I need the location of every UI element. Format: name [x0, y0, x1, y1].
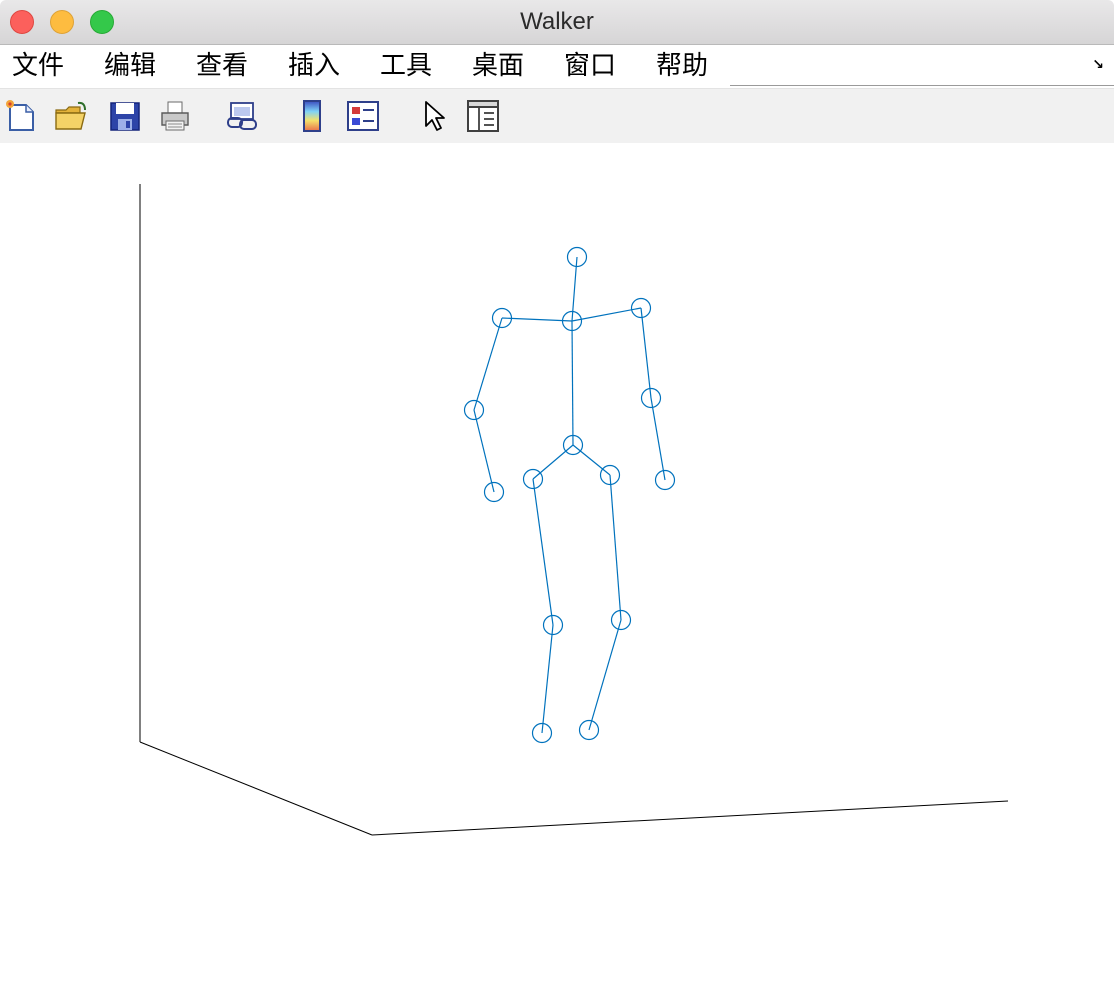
menu-desktop[interactable]: 桌面	[472, 51, 524, 81]
dock-figure-icon[interactable]: ↘	[1092, 57, 1104, 73]
menu-tools[interactable]: 工具	[380, 51, 432, 81]
menu-insert[interactable]: 插入	[288, 51, 340, 81]
left-thigh-bone	[532, 478, 554, 626]
save-icon[interactable]	[108, 99, 142, 133]
menu-bar: 文件 编辑 查看 插入 工具 桌面 窗口 帮助 ↘	[0, 45, 1114, 87]
y-axis-line	[371, 800, 1009, 836]
figure-toolbar	[0, 88, 1114, 144]
menu-help[interactable]: 帮助	[656, 51, 708, 81]
menu-view[interactable]: 查看	[196, 51, 248, 81]
right-shoulder-bone	[571, 307, 642, 322]
right-forearm-bone	[650, 397, 666, 481]
menu-separator	[730, 85, 1114, 86]
open-file-icon[interactable]	[54, 99, 88, 133]
left-shin-bone	[541, 624, 554, 734]
menu-file[interactable]: 文件	[12, 51, 64, 81]
x-axis-line	[139, 741, 373, 836]
menu-edit[interactable]: 编辑	[104, 51, 156, 81]
left-shoulder-bone	[501, 317, 573, 322]
print-icon[interactable]	[158, 99, 192, 133]
colorbar-icon[interactable]	[296, 99, 330, 133]
spine-bone	[571, 320, 574, 446]
title-bar: Walker	[0, 0, 1114, 45]
plot-canvas[interactable]	[0, 143, 1114, 986]
axes-3d	[139, 184, 1009, 836]
property-inspector-icon[interactable]	[466, 99, 500, 133]
walker-skeleton	[463, 246, 676, 744]
right-thigh-bone	[609, 474, 622, 621]
window-title: Walker	[520, 8, 594, 35]
left-forearm-bone	[473, 409, 495, 493]
menu-window[interactable]: 窗口	[564, 51, 616, 81]
left-hip-bone	[532, 444, 574, 480]
legend-icon[interactable]	[346, 99, 380, 133]
right-hip-bone	[572, 444, 611, 476]
right-upper-arm-bone	[640, 307, 652, 399]
new-figure-icon[interactable]	[4, 99, 38, 133]
figure-window: Walker 文件 编辑 查看 插入 工具 桌面 窗口 帮助 ↘	[0, 0, 1114, 986]
left-upper-arm-bone	[473, 317, 503, 411]
right-shin-bone	[588, 619, 622, 731]
link-icon[interactable]	[226, 99, 260, 133]
pointer-icon[interactable]	[418, 99, 452, 133]
